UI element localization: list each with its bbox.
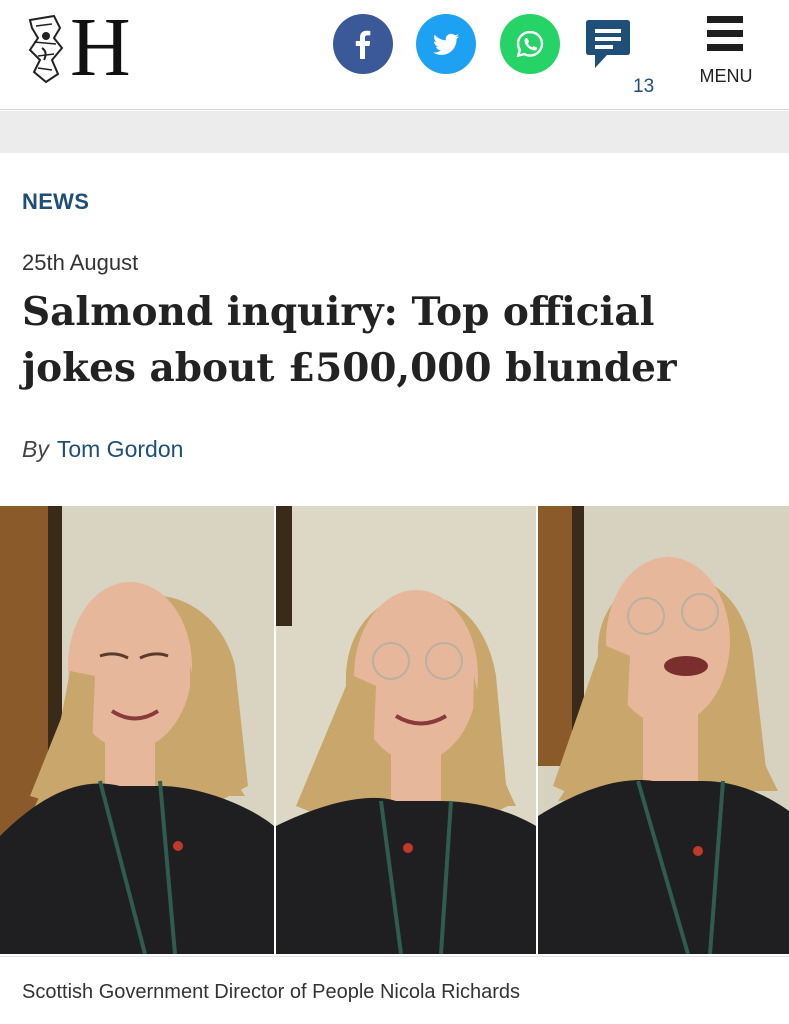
image-panel: [276, 506, 536, 954]
byline: By Tom Gordon: [22, 436, 183, 463]
panel-divider: [536, 506, 538, 954]
facebook-share-button[interactable]: [333, 14, 393, 74]
article-date: 25th August: [22, 250, 139, 275]
article-image: [0, 506, 789, 954]
ad-banner-placeholder: [0, 111, 789, 153]
crest-icon: [28, 14, 64, 84]
panel-divider: [274, 506, 276, 954]
facebook-icon: [355, 30, 371, 59]
twitter-share-button[interactable]: [416, 14, 476, 74]
menu-label: MENU: [699, 66, 753, 86]
image-caption: Scottish Government Director of People N…: [22, 981, 520, 1003]
site-header: H 13 MENU: [0, 0, 789, 110]
comment-count: 13: [633, 76, 655, 97]
twitter-icon: [433, 33, 459, 55]
site-logo[interactable]: H: [24, 1, 131, 94]
article-headline: Salmond inquiry: Top official jokes abou…: [22, 289, 677, 391]
logo-letter: H: [70, 1, 131, 94]
author-link[interactable]: Tom Gordon: [57, 436, 184, 462]
whatsapp-share-button[interactable]: [500, 14, 560, 74]
byline-prefix: By: [22, 436, 49, 462]
comments-button[interactable]: 13: [583, 14, 654, 97]
section-label[interactable]: NEWS: [22, 189, 89, 215]
menu-button[interactable]: MENU: [694, 12, 758, 92]
hamburger-menu-icon: [707, 16, 743, 58]
image-panel: [0, 506, 274, 954]
whatsapp-icon: [516, 30, 544, 58]
comment-icon: [586, 20, 630, 68]
image-panel: [538, 506, 789, 954]
image-caption-area: Scottish Government Director of People N…: [0, 956, 789, 1024]
